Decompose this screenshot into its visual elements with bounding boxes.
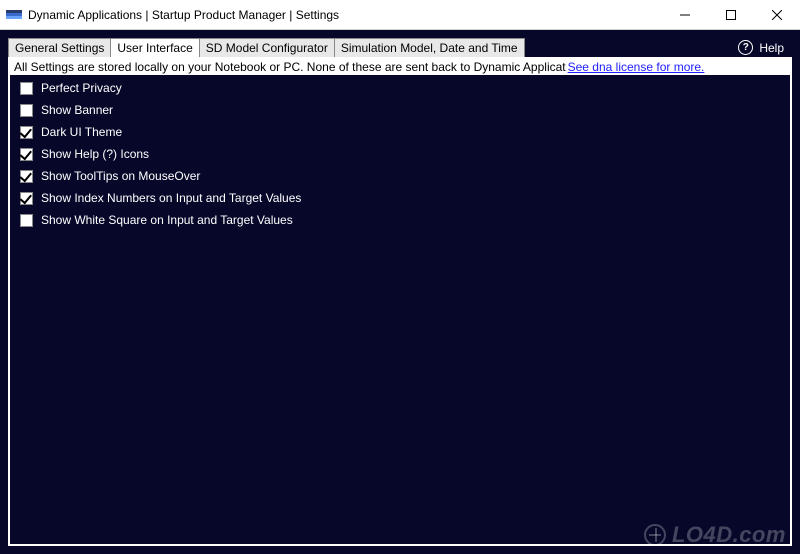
checkbox-icon — [20, 214, 33, 227]
minimize-button[interactable] — [662, 0, 708, 30]
checkbox-label: Dark UI Theme — [41, 125, 122, 139]
tab-label: SD Model Configurator — [206, 41, 328, 55]
tab-label: General Settings — [15, 41, 104, 55]
tab-sd-model-configurator[interactable]: SD Model Configurator — [199, 38, 335, 57]
checkbox-label: Show White Square on Input and Target Va… — [41, 213, 293, 227]
license-link[interactable]: See dna license for more. — [568, 60, 705, 74]
checkbox-icon — [20, 82, 33, 95]
tab-label: Simulation Model, Date and Time — [341, 41, 518, 55]
info-strip: All Settings are stored locally on your … — [10, 59, 790, 75]
checkbox-icon — [20, 126, 33, 139]
topbar: General Settings User Interface SD Model… — [0, 33, 800, 57]
checkbox-label: Show Help (?) Icons — [41, 147, 149, 161]
app-icon — [6, 7, 22, 23]
titlebar: Dynamic Applications | Startup Product M… — [0, 0, 800, 30]
checkbox-show-help-icons[interactable]: Show Help (?) Icons — [20, 147, 780, 161]
settings-panel: All Settings are stored locally on your … — [8, 57, 792, 546]
help-label: Help — [759, 41, 784, 55]
checkbox-label: Show Banner — [41, 103, 113, 117]
close-button[interactable] — [754, 0, 800, 30]
checkbox-list: Perfect Privacy Show Banner Dark UI Them… — [10, 75, 790, 233]
checkbox-show-banner[interactable]: Show Banner — [20, 103, 780, 117]
checkbox-label: Show ToolTips on MouseOver — [41, 169, 200, 183]
window-title: Dynamic Applications | Startup Product M… — [28, 8, 662, 22]
checkbox-icon — [20, 148, 33, 161]
maximize-button[interactable] — [708, 0, 754, 30]
checkbox-icon — [20, 192, 33, 205]
tab-user-interface[interactable]: User Interface — [110, 38, 199, 57]
checkbox-icon — [20, 104, 33, 117]
app-body: General Settings User Interface SD Model… — [0, 30, 800, 554]
checkbox-icon — [20, 170, 33, 183]
help-icon: ? — [738, 40, 753, 55]
checkbox-dark-ui-theme[interactable]: Dark UI Theme — [20, 125, 780, 139]
help-area[interactable]: ? Help — [738, 40, 792, 57]
checkbox-show-white-square[interactable]: Show White Square on Input and Target Va… — [20, 213, 780, 227]
window-controls — [662, 0, 800, 30]
checkbox-perfect-privacy[interactable]: Perfect Privacy — [20, 81, 780, 95]
checkbox-show-tooltips[interactable]: Show ToolTips on MouseOver — [20, 169, 780, 183]
tab-simulation-model[interactable]: Simulation Model, Date and Time — [334, 38, 525, 57]
checkbox-show-index-numbers[interactable]: Show Index Numbers on Input and Target V… — [20, 191, 780, 205]
checkbox-label: Show Index Numbers on Input and Target V… — [41, 191, 301, 205]
checkbox-label: Perfect Privacy — [41, 81, 122, 95]
info-text: All Settings are stored locally on your … — [14, 60, 566, 74]
tabstrip: General Settings User Interface SD Model… — [8, 38, 738, 57]
tab-general-settings[interactable]: General Settings — [8, 38, 111, 57]
tab-label: User Interface — [117, 41, 192, 55]
